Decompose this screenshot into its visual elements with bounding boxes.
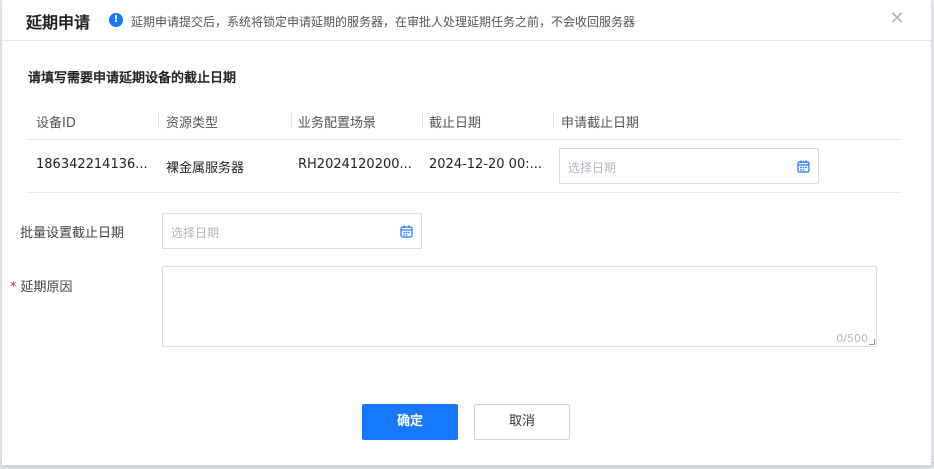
reason-label-text: 延期原因	[20, 280, 73, 295]
extension-request-dialog: 延期申请 ! 延期申请提交后，系统将锁定申请延期的服务器，在审批人处理延期任务之…	[2, 0, 931, 465]
close-icon: ✕	[889, 8, 905, 29]
char-counter: 0/500	[836, 332, 868, 345]
column-header-resource-type: 资源类型	[166, 116, 219, 131]
batch-deadline-date-picker[interactable]: 选择日期	[162, 213, 422, 249]
cell-scene: RH2024120200...	[298, 157, 412, 172]
column-divider	[553, 112, 554, 128]
column-divider	[158, 112, 159, 128]
column-divider	[422, 112, 423, 128]
required-mark: *	[10, 280, 17, 295]
dialog-title: 延期申请	[26, 13, 91, 32]
close-button[interactable]: ✕	[886, 8, 908, 30]
info-icon: !	[109, 13, 123, 27]
batch-deadline-label: 批量设置截止日期	[20, 226, 125, 241]
reason-label: * 延期原因	[10, 276, 73, 295]
apply-deadline-date-picker[interactable]: 选择日期	[559, 148, 819, 184]
table-header: 设备ID 资源类型 业务配置场景 截止日期 申请截止日期	[27, 100, 902, 140]
dialog-notice: 延期申请提交后，系统将锁定申请延期的服务器，在审批人处理延期任务之前，不会收回服…	[131, 15, 636, 29]
confirm-button[interactable]: 确定	[362, 404, 458, 440]
resize-handle[interactable]	[869, 339, 875, 345]
device-table: 设备ID 资源类型 业务配置场景 截止日期 申请截止日期 18634221413…	[27, 100, 902, 193]
section-title: 请填写需要申请延期设备的截止日期	[28, 71, 237, 86]
column-header-deadline: 截止日期	[429, 116, 482, 131]
reason-textarea[interactable]: 0/500	[162, 266, 877, 347]
date-picker-placeholder: 选择日期	[568, 161, 617, 175]
cell-device-id: 186342214136...	[36, 157, 148, 172]
table-row: 186342214136... 裸金属服务器 RH2024120200... 2…	[27, 140, 902, 193]
cell-resource-type: 裸金属服务器	[166, 161, 245, 176]
column-header-apply-deadline: 申请截止日期	[561, 116, 640, 131]
column-header-scene: 业务配置场景	[298, 116, 377, 131]
column-divider	[291, 112, 292, 128]
calendar-icon	[797, 160, 810, 173]
dialog-header: 延期申请 ! 延期申请提交后，系统将锁定申请延期的服务器，在审批人处理延期任务之…	[2, 0, 931, 41]
cancel-button[interactable]: 取消	[474, 404, 570, 440]
column-header-device-id: 设备ID	[36, 116, 76, 131]
date-picker-placeholder: 选择日期	[171, 226, 220, 240]
cell-deadline: 2024-12-20 00:...	[429, 157, 543, 172]
calendar-icon	[400, 225, 413, 238]
